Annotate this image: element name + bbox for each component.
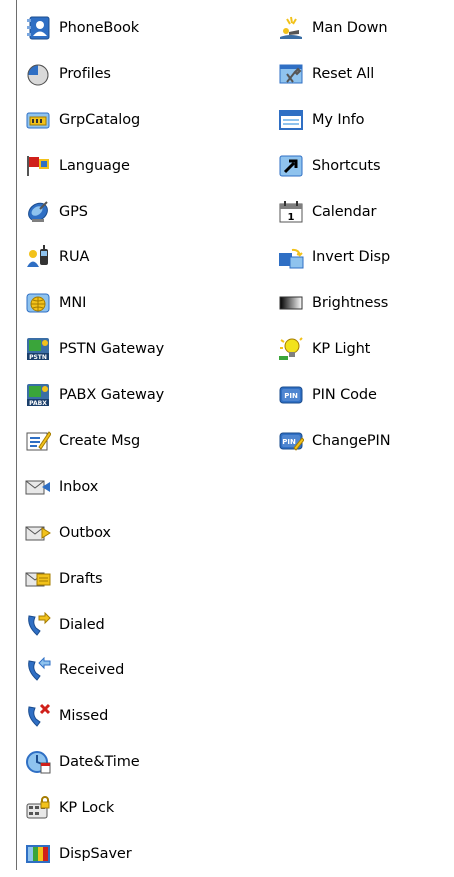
menu-item-label: Shortcuts [312,157,381,174]
satellite-dish-icon [24,198,52,226]
man-down-icon [277,14,305,42]
menu-item-label: RUA [59,249,90,266]
menu-item-pin-code[interactable]: PIN PIN Code [277,372,390,418]
menu-item-label: ChangePIN [312,432,391,449]
received-call-icon [24,656,52,684]
profiles-pie-icon [24,60,52,88]
menu-item-label: Date&Time [59,754,140,771]
menu-item-label: DispSaver [59,845,132,862]
invert-display-icon [277,243,305,271]
radio-user-icon [24,243,52,271]
svg-text:PABX: PABX [29,400,47,407]
group-catalog-icon [24,106,52,134]
left-divider-line [16,0,17,870]
menu-item-label: Outbox [59,524,111,541]
menu-item-label: Missed [59,708,109,725]
menu-item-my-info[interactable]: My Info [277,97,390,143]
menu-item-calendar[interactable]: 1 Calendar [277,189,390,235]
menu-item-label: Invert Disp [312,249,391,266]
menu-item-drafts[interactable]: Drafts [24,556,164,602]
brightness-gradient-icon [277,289,305,317]
menu-item-label: Man Down [312,19,388,36]
menu-item-label: Drafts [59,570,103,587]
dialed-call-icon [24,611,52,639]
menu-item-phonebook[interactable]: PhoneBook [24,5,164,51]
menu-item-label: GPS [59,203,88,220]
menu-item-reset-all[interactable]: Reset All [277,51,390,97]
svg-text:PIN: PIN [284,392,298,400]
menu-item-label: Brightness [312,295,389,312]
menu-item-label: Dialed [59,616,105,633]
change-pin-icon: PIN [277,427,305,455]
menu-item-changepin[interactable]: PIN ChangePIN [277,418,391,464]
menu-item-pstn-gateway[interactable]: PSTN PSTN Gateway [24,326,164,372]
menu-item-brightness[interactable]: Brightness [277,280,390,326]
menu-item-label: PIN Code [312,387,377,404]
date-time-clock-icon [24,748,52,776]
menu-item-kp-lock[interactable]: KP Lock [24,785,164,831]
network-globe-icon [24,289,52,317]
shortcut-arrow-icon [277,152,305,180]
missed-call-icon [24,702,52,730]
menu-item-label: GrpCatalog [59,111,141,128]
menu-item-profiles[interactable]: Profiles [24,51,164,97]
menu-column-2: Man Down Reset All My Info Shortcuts 1 Calend… [277,5,391,464]
menu-item-label: Received [59,662,125,679]
calendar-icon: 1 [277,198,305,226]
my-info-window-icon [277,106,305,134]
menu-item-label: PSTN Gateway [59,341,165,358]
menu-item-dispsaver[interactable]: DispSaver [24,831,164,877]
menu-item-create-msg[interactable]: Create Msg [24,418,164,464]
keypad-light-bulb-icon [277,335,305,363]
drafts-envelope-icon [24,565,52,593]
menu-item-received[interactable]: Received [24,647,164,693]
svg-text:PIN: PIN [282,438,296,446]
menu-item-dialed[interactable]: Dialed [24,602,164,648]
menu-item-gps[interactable]: GPS [24,189,164,235]
menu-column-1: PhoneBook Profiles GrpCatalog Language GPS RU… [24,5,164,877]
reset-tools-icon [277,60,305,88]
menu-item-label: PhoneBook [59,19,140,36]
menu-item-label: KP Lock [59,800,115,817]
display-saver-icon [24,840,52,868]
keypad-lock-icon [24,794,52,822]
inbox-envelope-icon [24,473,52,501]
menu-item-label: MNI [59,295,87,312]
menu-item-pabx-gateway[interactable]: PABX PABX Gateway [24,372,164,418]
svg-text:1: 1 [288,212,295,223]
menu-item-kp-light[interactable]: KP Light [277,326,390,372]
menu-item-language[interactable]: Language [24,143,164,189]
menu-item-shortcuts[interactable]: Shortcuts [277,143,390,189]
menu-item-label: Create Msg [59,432,141,449]
menu-item-missed[interactable]: Missed [24,693,164,739]
menu-item-label: My Info [312,111,365,128]
menu-item-label: KP Light [312,341,371,358]
menu-item-label: PABX Gateway [59,387,165,404]
menu-item-invert-disp[interactable]: Invert Disp [277,234,390,280]
menu-item-man-down[interactable]: Man Down [277,5,390,51]
pabx-gateway-icon: PABX [24,381,52,409]
pin-code-icon: PIN [277,381,305,409]
menu-item-mni[interactable]: MNI [24,280,164,326]
menu-item-label: Language [59,157,130,174]
pstn-gateway-icon: PSTN [24,335,52,363]
outbox-envelope-icon [24,519,52,547]
phonebook-icon [24,14,52,42]
menu-item-inbox[interactable]: Inbox [24,464,164,510]
language-flag-icon [24,152,52,180]
menu-item-date-time[interactable]: Date&Time [24,739,164,785]
menu-item-outbox[interactable]: Outbox [24,510,164,556]
svg-text:PSTN: PSTN [29,354,47,361]
menu-item-rua[interactable]: RUA [24,234,164,280]
create-message-icon [24,427,52,455]
menu-item-label: Calendar [312,203,377,220]
menu-item-label: Reset All [312,65,375,82]
menu-item-label: Inbox [59,478,99,495]
menu-item-grpcatalog[interactable]: GrpCatalog [24,97,164,143]
menu-item-label: Profiles [59,65,111,82]
